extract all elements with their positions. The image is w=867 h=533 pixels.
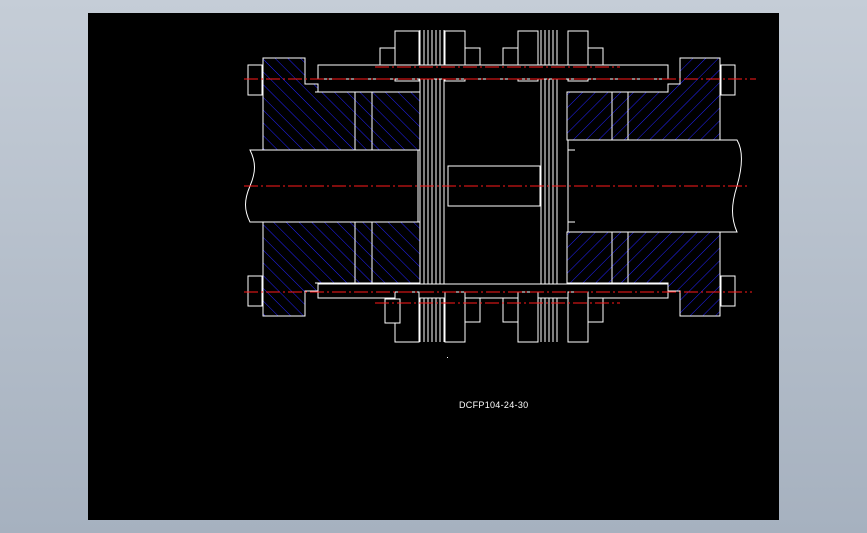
top-bolts (247, 30, 736, 96)
bottom-bolts (247, 275, 736, 343)
coupling-drawing (244, 30, 756, 358)
part-number-label: DCFP104-24-30 (459, 400, 529, 410)
origin-mark (447, 357, 448, 358)
cad-viewport[interactable]: DCFP104-24-30 (88, 13, 779, 520)
